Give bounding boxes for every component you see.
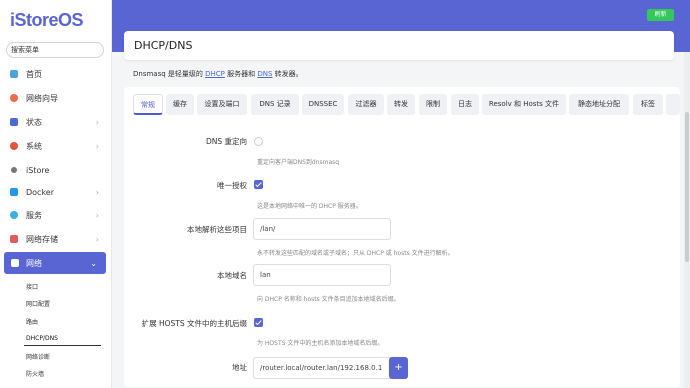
tab-cache[interactable]: 缓存 — [166, 94, 194, 115]
sidebar-item-label: 网络向导 — [26, 93, 58, 103]
dns-link[interactable]: DNS — [257, 70, 272, 78]
refresh-button[interactable]: 刷新 — [647, 9, 674, 21]
domain-input[interactable]: lan — [253, 264, 391, 286]
sidebar-item-docker[interactable]: Docker › — [0, 181, 111, 203]
chevron-right-icon: › — [95, 210, 99, 220]
page-title: DHCP/DNS — [134, 39, 193, 52]
dns-rebind-label: DNS 重定向 — [205, 137, 247, 146]
dhcp-link[interactable]: DHCP — [205, 70, 225, 78]
tab-filters[interactable]: 过滤器 — [348, 94, 384, 115]
services-icon — [10, 211, 18, 219]
sidebar-item-system[interactable]: 系统 › — [0, 135, 111, 157]
sidebar-item-label: 网络 — [26, 258, 42, 268]
domain-help: 向 DHCP 名称和 hosts 文件条目追加本地域名后缀。 — [257, 296, 400, 303]
domain-label: 本地域名 — [217, 271, 247, 280]
dns-rebind-help: 重定向客户端DNS到dnsmasq — [257, 159, 340, 166]
home-icon — [10, 70, 18, 78]
sidebar-subitem-dhcp-dns[interactable]: DHCP/DNS — [26, 335, 58, 342]
sidebar-item-network[interactable]: 网络 ⌄ — [4, 252, 106, 274]
add-address-button[interactable]: + — [389, 357, 408, 379]
active-subitem-underline — [24, 345, 101, 346]
local-help: 永不转发这些匹配的域名或子域名；只从 DHCP 或 hosts 文件进行解析。 — [257, 250, 454, 257]
sidebar-item-wizard[interactable]: 网络向导 — [0, 87, 111, 109]
istore-icon — [11, 167, 17, 173]
tab-logs[interactable]: 日志 — [451, 94, 479, 115]
expandhosts-checkbox[interactable] — [254, 318, 263, 327]
local-input[interactable]: /lan/ — [253, 218, 391, 240]
tab-limits[interactable]: 限制 — [419, 94, 447, 115]
authoritative-checkbox[interactable] — [254, 180, 263, 189]
tab-general[interactable]: 常规 — [133, 94, 163, 115]
chevron-down-icon: ⌄ — [90, 258, 97, 268]
sidebar-item-label: 网络存储 — [26, 234, 58, 244]
sidebar-item-label: Docker — [26, 187, 55, 197]
settings-card — [124, 87, 680, 387]
status-icon — [10, 118, 18, 126]
sidebar-item-services[interactable]: 服务 › — [0, 204, 111, 226]
chevron-right-icon: › — [95, 117, 99, 127]
sidebar-subitem-firewall[interactable]: 防火墙 — [26, 369, 44, 378]
storage-icon — [10, 235, 18, 243]
sidebar-item-home[interactable]: 首页 — [0, 63, 111, 85]
chevron-right-icon: › — [95, 234, 99, 244]
chevron-right-icon: › — [95, 141, 99, 151]
tab-forward[interactable]: 转发 — [387, 94, 415, 115]
network-icon — [11, 259, 19, 267]
tab-dnssec[interactable]: DNSSEC — [302, 94, 344, 115]
sidebar-item-label: 服务 — [26, 210, 42, 220]
scrollbar[interactable] — [684, 52, 690, 388]
local-label: 本地解析这些项目 — [187, 225, 247, 234]
scrollbar-thumb[interactable] — [685, 112, 689, 262]
sidebar-item-istore[interactable]: iStore — [0, 159, 111, 181]
tab-ports[interactable]: 设置及端口 — [197, 94, 247, 115]
wizard-icon — [10, 94, 18, 102]
tab-static-leases[interactable]: 静态地址分配 — [569, 94, 629, 115]
tab-resolv-hosts[interactable]: Resolv 和 Hosts 文件 — [482, 94, 566, 115]
gear-icon — [10, 142, 18, 150]
desc-text: 服务器和 — [224, 70, 258, 78]
sidebar-item-nas[interactable]: 网络存储 › — [0, 228, 111, 250]
sidebar: iStoreOS 搜索菜单 首页 网络向导 状态 › 系统 › iStore D… — [0, 0, 112, 388]
authoritative-help: 这是本地网络中唯一的 DHCP 服务器。 — [257, 203, 362, 210]
authoritative-label: 唯一授权 — [217, 181, 247, 190]
page-title-card: DHCP/DNS — [124, 31, 674, 60]
sidebar-subitem-diagnostics[interactable]: 网络诊断 — [26, 352, 50, 361]
docker-icon — [10, 188, 18, 196]
sidebar-item-label: 状态 — [26, 117, 42, 127]
sidebar-item-label: 系统 — [26, 141, 42, 151]
chevron-right-icon: › — [95, 187, 99, 197]
address-label: 地址 — [232, 363, 247, 372]
dns-rebind-checkbox[interactable] — [254, 137, 263, 146]
sidebar-subitem-interfaces[interactable]: 接口 — [26, 282, 38, 291]
menu-search-input[interactable]: 搜索菜单 — [6, 42, 104, 58]
tab-dns-records[interactable]: DNS 记录 — [251, 94, 299, 115]
sidebar-item-status[interactable]: 状态 › — [0, 111, 111, 133]
sidebar-item-label: iStore — [26, 165, 50, 175]
sidebar-subitem-routes[interactable]: 路由 — [26, 317, 38, 326]
desc-text: Dnsmasq 是轻量级的 — [133, 70, 206, 78]
expandhosts-help: 为 HOSTS 文件中的主机名添加本地域名后缀。 — [257, 340, 384, 347]
tab-more[interactable] — [666, 94, 680, 115]
desc-text: 转发器。 — [272, 70, 303, 78]
sidebar-item-label: 首页 — [26, 69, 42, 79]
address-input[interactable]: /router.local/router.lan/192.168.0.1 — [253, 357, 391, 379]
brand-logo[interactable]: iStoreOS — [10, 10, 84, 31]
page-description: Dnsmasq 是轻量级的 DHCP 服务器和 DNS 转发器。 — [133, 69, 303, 79]
expandhosts-label: 扩展 HOSTS 文件中的主机后缀 — [141, 319, 247, 328]
tab-tags[interactable]: 标签 — [633, 94, 663, 115]
sidebar-subitem-ports[interactable]: 网口配置 — [26, 299, 50, 308]
